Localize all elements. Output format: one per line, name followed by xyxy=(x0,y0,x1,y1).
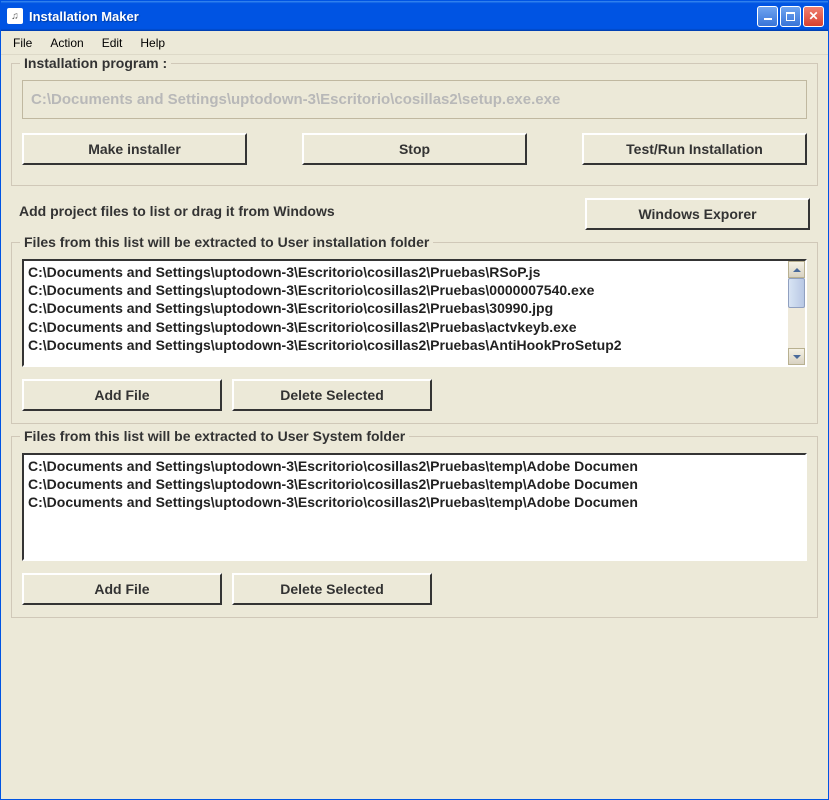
scroll-up-button[interactable] xyxy=(788,261,805,278)
list-item[interactable]: C:\Documents and Settings\uptodown-3\Esc… xyxy=(28,493,801,511)
close-button[interactable]: ✕ xyxy=(803,6,824,27)
chevron-down-icon xyxy=(793,355,801,359)
window-controls: ✕ xyxy=(757,6,824,27)
list-item[interactable]: C:\Documents and Settings\uptodown-3\Esc… xyxy=(28,457,801,475)
app-window: ♫ Installation Maker ✕ File Action Edit … xyxy=(0,0,829,800)
list-item[interactable]: C:\Documents and Settings\uptodown-3\Esc… xyxy=(28,336,784,354)
delete-selected-button[interactable]: Delete Selected xyxy=(232,379,432,411)
maximize-button[interactable] xyxy=(780,6,801,27)
add-file-button[interactable]: Add File xyxy=(22,379,222,411)
add-files-row: Add project files to list or drag it fro… xyxy=(11,198,818,230)
list-item[interactable]: C:\Documents and Settings\uptodown-3\Esc… xyxy=(28,299,784,317)
menu-file[interactable]: File xyxy=(5,33,40,53)
menu-edit[interactable]: Edit xyxy=(94,33,131,53)
scroll-thumb[interactable] xyxy=(788,278,805,308)
list-item[interactable]: C:\Documents and Settings\uptodown-3\Esc… xyxy=(28,318,784,336)
test-run-button[interactable]: Test/Run Installation xyxy=(582,133,807,165)
group-title: Files from this list will be extracted t… xyxy=(20,428,409,444)
add-files-label: Add project files to list or drag it fro… xyxy=(19,198,335,220)
installer-buttons: Make installer Stop Test/Run Installatio… xyxy=(22,133,807,165)
user-system-folder-group: Files from this list will be extracted t… xyxy=(11,436,818,618)
delete-selected-button[interactable]: Delete Selected xyxy=(232,573,432,605)
scroll-track[interactable] xyxy=(788,278,805,348)
user-installation-folder-group: Files from this list will be extracted t… xyxy=(11,242,818,424)
app-icon: ♫ xyxy=(7,8,23,24)
scrollbar[interactable] xyxy=(788,261,805,365)
menu-action[interactable]: Action xyxy=(42,33,91,53)
user-files-listbox[interactable]: C:\Documents and Settings\uptodown-3\Esc… xyxy=(22,259,807,367)
windows-explorer-button[interactable]: Windows Exporer xyxy=(585,198,810,230)
stop-button[interactable]: Stop xyxy=(302,133,527,165)
installation-program-group: Installation program : C:\Documents and … xyxy=(11,63,818,186)
menubar: File Action Edit Help xyxy=(1,31,828,55)
minimize-button[interactable] xyxy=(757,6,778,27)
system-files-list[interactable]: C:\Documents and Settings\uptodown-3\Esc… xyxy=(24,455,805,559)
list-item[interactable]: C:\Documents and Settings\uptodown-3\Esc… xyxy=(28,475,801,493)
add-file-button[interactable]: Add File xyxy=(22,573,222,605)
make-installer-button[interactable]: Make installer xyxy=(22,133,247,165)
window-title: Installation Maker xyxy=(29,9,757,24)
system-files-listbox[interactable]: C:\Documents and Settings\uptodown-3\Esc… xyxy=(22,453,807,561)
content-area: Installation program : C:\Documents and … xyxy=(1,55,828,799)
user-files-buttons: Add File Delete Selected xyxy=(22,379,807,411)
user-files-list[interactable]: C:\Documents and Settings\uptodown-3\Esc… xyxy=(24,261,788,365)
menu-help[interactable]: Help xyxy=(132,33,173,53)
group-title: Installation program : xyxy=(20,55,171,71)
group-title: Files from this list will be extracted t… xyxy=(20,234,433,250)
scroll-down-button[interactable] xyxy=(788,348,805,365)
list-item[interactable]: C:\Documents and Settings\uptodown-3\Esc… xyxy=(28,263,784,281)
list-item[interactable]: C:\Documents and Settings\uptodown-3\Esc… xyxy=(28,281,784,299)
system-files-buttons: Add File Delete Selected xyxy=(22,573,807,605)
installer-path-field[interactable]: C:\Documents and Settings\uptodown-3\Esc… xyxy=(22,80,807,119)
titlebar[interactable]: ♫ Installation Maker ✕ xyxy=(1,1,828,31)
chevron-up-icon xyxy=(793,268,801,272)
